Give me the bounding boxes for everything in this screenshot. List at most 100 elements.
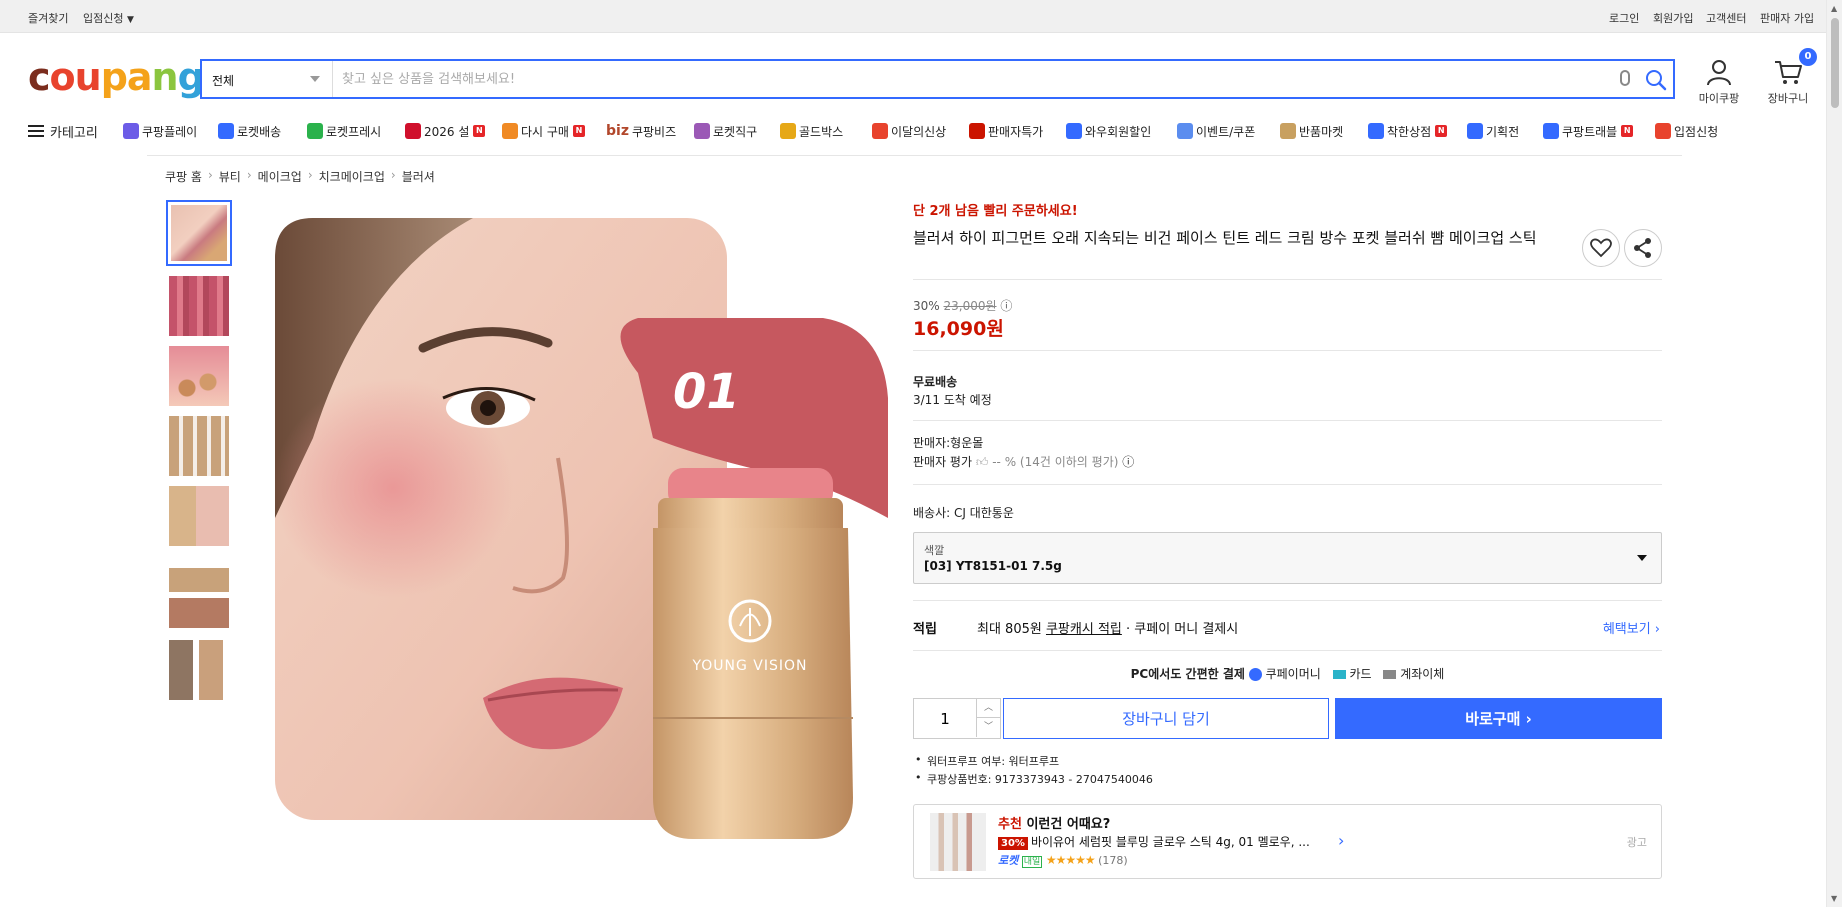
new-badge: N: [473, 125, 486, 137]
seller-name[interactable]: 판매자:형운몰: [913, 434, 983, 451]
main-product-image[interactable]: 01 YOUNG VISION: [273, 218, 888, 839]
thumbnail-2[interactable]: [166, 273, 232, 339]
top-utility-bar: 즐겨찾기 입점신청 ▼ 로그인 회원가입 고객센터 판매자 가입: [0, 0, 1826, 33]
rec-title-rest: 이런건 어때요?: [1021, 817, 1111, 832]
divider: [913, 350, 1662, 351]
buy-now-button[interactable]: 바로구매 ›: [1335, 698, 1662, 739]
color-option-select[interactable]: 색깔 [03] YT8151-01 7.5g: [913, 532, 1662, 584]
heart-icon: [1590, 238, 1612, 258]
apply-dropdown[interactable]: 입점신청 ▼: [83, 10, 134, 26]
nav-item-2[interactable]: 로켓배송: [218, 120, 281, 142]
thumbnail-5[interactable]: [166, 483, 232, 549]
shipping-label: 무료배송: [913, 375, 958, 389]
info-icon[interactable]: ⓘ: [1122, 455, 1134, 469]
chevron-right-icon: ›: [390, 168, 396, 182]
benefits-link[interactable]: 혜택보기 ›: [1603, 618, 1660, 637]
seller-signup-link[interactable]: 판매자 가입: [1760, 10, 1814, 26]
shade-label: 01: [673, 364, 740, 420]
chevron-up-icon[interactable]: ︿: [976, 699, 1000, 718]
recommendation-product: 30% 바이유어 세럼핏 블루밍 글로우 스틱 4g, 01 멜로우, ...: [998, 833, 1310, 850]
option-label: 색깔: [924, 544, 945, 557]
brand-text: YOUNG VISION: [691, 658, 807, 674]
search-category-select[interactable]: 전체: [202, 61, 333, 97]
thumbnail-7[interactable]: [166, 637, 232, 703]
thumbnail-3[interactable]: [166, 343, 232, 409]
nav-item-16[interactable]: 쿠팡트래블 N: [1543, 120, 1634, 142]
scrollbar[interactable]: ▲ ▼: [1826, 0, 1842, 907]
nav-category-menu[interactable]: 카테고리: [28, 120, 98, 142]
nav-item-3[interactable]: 로켓프레시: [307, 120, 381, 142]
favorites-link[interactable]: 즐겨찾기: [28, 10, 68, 26]
nav-item-11[interactable]: 와우회원할인: [1066, 120, 1151, 142]
rec-title-red: 추천: [998, 817, 1022, 832]
reward-label: 적립: [913, 622, 937, 637]
quantity-input[interactable]: [915, 700, 975, 737]
nav-item-10[interactable]: 판매자특가: [969, 120, 1043, 142]
breadcrumb: 쿠팡 홈 › 뷰티 › 메이크업 › 치크메이크업 › 블러셔: [165, 168, 435, 185]
caret-down-icon: ▼: [126, 15, 134, 25]
product-details: 워터프루프 여부: 워터프루프 쿠팡상품번호: 9173373943 - 270…: [913, 753, 1153, 789]
breadcrumb-beauty[interactable]: 뷰티: [219, 168, 241, 185]
nav-item-15[interactable]: 기획전: [1467, 120, 1519, 142]
nav-item-label: 판매자특가: [988, 124, 1044, 139]
my-coupang-button[interactable]: 마이쿠팡: [1694, 57, 1744, 106]
breadcrumb-cheek[interactable]: 치크메이크업: [319, 168, 385, 185]
bank-icon: [1383, 670, 1397, 679]
nav-item-13[interactable]: 반품마켓: [1280, 120, 1343, 142]
tag-icon: [1467, 123, 1483, 139]
nav-item-14[interactable]: 착한상점 N: [1368, 120, 1448, 142]
nav-item-1[interactable]: 쿠팡플레이: [123, 120, 197, 142]
nav-item-7[interactable]: 로켓직구: [694, 120, 757, 142]
store-icon: [1655, 123, 1671, 139]
scroll-down-icon[interactable]: ▼: [1831, 894, 1837, 903]
nav-item-9[interactable]: 이달의신상: [872, 120, 946, 142]
breadcrumb-home[interactable]: 쿠팡 홈: [165, 168, 202, 185]
scrollbar-thumb[interactable]: [1831, 18, 1839, 108]
breadcrumb-makeup[interactable]: 메이크업: [258, 168, 302, 185]
login-link[interactable]: 로그인: [1609, 10, 1639, 26]
new-icon: [872, 123, 888, 139]
arrival-date: 3/11 도착 예정: [913, 393, 992, 407]
divider: [913, 420, 1662, 421]
recommendation-card[interactable]: 추천 이런건 어때요? 30% 바이유어 세럼핏 블루밍 글로우 스틱 4g, 0…: [913, 804, 1662, 879]
stock-urgency: 단 2개 남음 빨리 주문하세요!: [913, 204, 1078, 219]
search-input[interactable]: [342, 68, 1582, 90]
support-link[interactable]: 고객센터: [1706, 10, 1746, 26]
thumbnail-4[interactable]: [166, 413, 232, 479]
nav-item-label: 쿠팡비즈: [631, 124, 677, 139]
nav-item-label: 골드박스: [799, 124, 844, 139]
thumbnail-1[interactable]: [166, 200, 232, 266]
chevron-down-icon[interactable]: ﹀: [976, 718, 1000, 737]
nav-item-17[interactable]: 입점신청: [1655, 120, 1718, 142]
nav-item-5[interactable]: 다시 구매 N: [502, 120, 585, 142]
reward-link[interactable]: 쿠팡캐시 적립: [1046, 622, 1122, 637]
info-icon[interactable]: ⓘ: [1000, 299, 1012, 313]
chevron-right-icon[interactable]: ›: [1338, 831, 1344, 850]
share-button[interactable]: [1624, 229, 1662, 267]
nav-item-4[interactable]: 2026 설N: [405, 120, 486, 142]
wow-icon: [1066, 123, 1082, 139]
category-nav: 카테고리 쿠팡플레이 로켓배송 로켓프레시 2026 설 N 다시 구매 N biz 쿠팡비즈 로…: [28, 120, 1728, 142]
rec-product-name: 바이유어 세럼핏 블루밍 글로우 스틱 4g, 01 멜로우, ...: [1030, 835, 1310, 849]
nav-item-12[interactable]: 이벤트/쿠폰: [1177, 120, 1255, 142]
search-icon[interactable]: [1644, 68, 1668, 92]
nav-item-label: 기획전: [1486, 124, 1520, 139]
signup-link[interactable]: 회원가입: [1653, 10, 1693, 26]
add-to-cart-button[interactable]: 장바구니 담기: [1003, 698, 1329, 739]
nav-item-6[interactable]: biz 쿠팡비즈: [606, 120, 676, 142]
reward-text: 최대 805원 쿠팡캐시 적립 · 쿠페이 머니 결제시: [977, 618, 1238, 637]
wishlist-button[interactable]: [1582, 229, 1620, 267]
star-rating: ★★★★★: [1045, 853, 1096, 867]
thumbnail-6[interactable]: [166, 565, 232, 631]
breadcrumb-blusher[interactable]: 블러셔: [402, 168, 435, 185]
scroll-up-icon[interactable]: ▲: [1831, 4, 1837, 13]
nav-item-8[interactable]: 골드박스: [780, 120, 843, 142]
search-category-label: 전체: [212, 74, 235, 88]
tomorrow-badge: 내일: [1021, 856, 1043, 868]
microphone-icon[interactable]: [1620, 70, 1630, 86]
nav-item-label: 이벤트/쿠폰: [1196, 124, 1256, 139]
nav-item-label: 와우회원할인: [1085, 124, 1152, 139]
coupang-logo[interactable]: coupang: [28, 54, 205, 100]
card-icon: [1332, 670, 1346, 679]
pay-method-card: 카드: [1349, 667, 1372, 681]
